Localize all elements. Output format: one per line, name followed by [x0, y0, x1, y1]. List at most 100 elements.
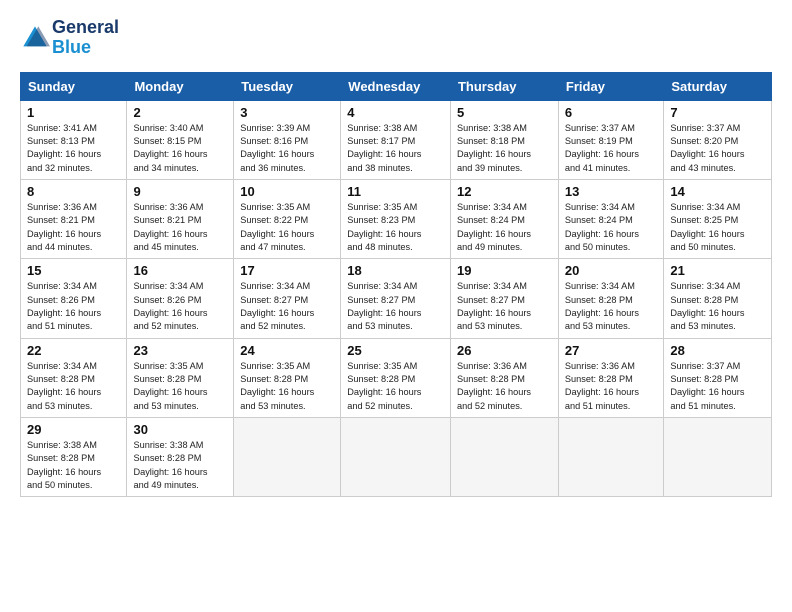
calendar-cell: 23 Sunrise: 3:35 AMSunset: 8:28 PMDayligh… — [127, 338, 234, 417]
calendar-cell: 7Sunrise: 3:37 AMSunset: 8:20 PMDaylight… — [664, 100, 772, 179]
day-info: Sunrise: 3:37 AMSunset: 8:19 PMDaylight:… — [565, 122, 657, 175]
day-info: Sunrise: 3:41 AMSunset: 8:13 PMDaylight:… — [27, 122, 120, 175]
calendar-cell: 13 Sunrise: 3:34 AMSunset: 8:24 PMDayligh… — [558, 179, 663, 258]
day-number: 23 — [133, 343, 227, 358]
day-number: 4 — [347, 105, 444, 120]
day-info: Sunrise: 3:37 AMSunset: 8:28 PMDaylight:… — [670, 360, 765, 413]
calendar-cell: 2 Sunrise: 3:40 AMSunset: 8:15 PMDaylight… — [127, 100, 234, 179]
logo-text: GeneralBlue — [52, 18, 119, 58]
col-header-monday: Monday — [127, 72, 234, 100]
calendar-cell: 30Sunrise: 3:38 AMSunset: 8:28 PMDayligh… — [127, 418, 234, 497]
day-number: 19 — [457, 263, 552, 278]
day-number: 2 — [133, 105, 227, 120]
day-number: 30 — [133, 422, 227, 437]
calendar-cell: 19 Sunrise: 3:34 AMSunset: 8:27 PMDayligh… — [450, 259, 558, 338]
week-row-4: 22 Sunrise: 3:34 AMSunset: 8:28 PMDayligh… — [21, 338, 772, 417]
day-number: 25 — [347, 343, 444, 358]
day-number: 8 — [27, 184, 120, 199]
header-row: SundayMondayTuesdayWednesdayThursdayFrid… — [21, 72, 772, 100]
day-info: Sunrise: 3:34 AMSunset: 8:28 PMDaylight:… — [565, 280, 657, 333]
col-header-tuesday: Tuesday — [234, 72, 341, 100]
col-header-saturday: Saturday — [664, 72, 772, 100]
calendar-cell: 25 Sunrise: 3:35 AMSunset: 8:28 PMDayligh… — [341, 338, 451, 417]
day-info: Sunrise: 3:35 AMSunset: 8:28 PMDaylight:… — [240, 360, 334, 413]
day-info: Sunrise: 3:35 AMSunset: 8:22 PMDaylight:… — [240, 201, 334, 254]
week-row-3: 15 Sunrise: 3:34 AMSunset: 8:26 PMDayligh… — [21, 259, 772, 338]
day-number: 6 — [565, 105, 657, 120]
calendar-cell — [664, 418, 772, 497]
calendar-cell: 29Sunrise: 3:38 AMSunset: 8:28 PMDayligh… — [21, 418, 127, 497]
calendar-cell: 11Sunrise: 3:35 AMSunset: 8:23 PMDayligh… — [341, 179, 451, 258]
calendar-cell: 14 Sunrise: 3:34 AMSunset: 8:25 PMDayligh… — [664, 179, 772, 258]
calendar-cell: 24 Sunrise: 3:35 AMSunset: 8:28 PMDayligh… — [234, 338, 341, 417]
day-info: Sunrise: 3:39 AMSunset: 8:16 PMDaylight:… — [240, 122, 334, 175]
day-info: Sunrise: 3:36 AMSunset: 8:21 PMDaylight:… — [27, 201, 120, 254]
calendar-cell: 18 Sunrise: 3:34 AMSunset: 8:27 PMDayligh… — [341, 259, 451, 338]
col-header-thursday: Thursday — [450, 72, 558, 100]
logo-icon — [20, 23, 50, 53]
day-number: 1 — [27, 105, 120, 120]
day-info: Sunrise: 3:34 AMSunset: 8:28 PMDaylight:… — [670, 280, 765, 333]
day-info: Sunrise: 3:34 AMSunset: 8:27 PMDaylight:… — [240, 280, 334, 333]
day-number: 24 — [240, 343, 334, 358]
day-number: 13 — [565, 184, 657, 199]
day-info: Sunrise: 3:38 AMSunset: 8:18 PMDaylight:… — [457, 122, 552, 175]
day-number: 15 — [27, 263, 120, 278]
col-header-wednesday: Wednesday — [341, 72, 451, 100]
day-number: 10 — [240, 184, 334, 199]
day-number: 28 — [670, 343, 765, 358]
day-info: Sunrise: 3:35 AMSunset: 8:23 PMDaylight:… — [347, 201, 444, 254]
calendar-cell: 17Sunrise: 3:34 AMSunset: 8:27 PMDayligh… — [234, 259, 341, 338]
calendar-cell: 12 Sunrise: 3:34 AMSunset: 8:24 PMDayligh… — [450, 179, 558, 258]
calendar-cell: 20Sunrise: 3:34 AMSunset: 8:28 PMDayligh… — [558, 259, 663, 338]
day-info: Sunrise: 3:35 AMSunset: 8:28 PMDaylight:… — [133, 360, 227, 413]
col-header-friday: Friday — [558, 72, 663, 100]
calendar-cell: 9 Sunrise: 3:36 AMSunset: 8:21 PMDaylight… — [127, 179, 234, 258]
calendar-cell — [341, 418, 451, 497]
day-info: Sunrise: 3:37 AMSunset: 8:20 PMDaylight:… — [670, 122, 765, 175]
calendar-cell: 3 Sunrise: 3:39 AMSunset: 8:16 PMDaylight… — [234, 100, 341, 179]
col-header-sunday: Sunday — [21, 72, 127, 100]
day-number: 29 — [27, 422, 120, 437]
day-number: 16 — [133, 263, 227, 278]
calendar-table: SundayMondayTuesdayWednesdayThursdayFrid… — [20, 72, 772, 498]
day-info: Sunrise: 3:36 AMSunset: 8:21 PMDaylight:… — [133, 201, 227, 254]
calendar-cell: 21 Sunrise: 3:34 AMSunset: 8:28 PMDayligh… — [664, 259, 772, 338]
day-info: Sunrise: 3:40 AMSunset: 8:15 PMDaylight:… — [133, 122, 227, 175]
calendar-cell: 22 Sunrise: 3:34 AMSunset: 8:28 PMDayligh… — [21, 338, 127, 417]
calendar-cell: 4 Sunrise: 3:38 AMSunset: 8:17 PMDaylight… — [341, 100, 451, 179]
week-row-5: 29Sunrise: 3:38 AMSunset: 8:28 PMDayligh… — [21, 418, 772, 497]
day-number: 26 — [457, 343, 552, 358]
day-number: 12 — [457, 184, 552, 199]
day-info: Sunrise: 3:34 AMSunset: 8:27 PMDaylight:… — [457, 280, 552, 333]
day-info: Sunrise: 3:34 AMSunset: 8:27 PMDaylight:… — [347, 280, 444, 333]
day-number: 21 — [670, 263, 765, 278]
calendar-cell: 28 Sunrise: 3:37 AMSunset: 8:28 PMDayligh… — [664, 338, 772, 417]
day-info: Sunrise: 3:36 AMSunset: 8:28 PMDaylight:… — [457, 360, 552, 413]
calendar-cell: 16 Sunrise: 3:34 AMSunset: 8:26 PMDayligh… — [127, 259, 234, 338]
day-info: Sunrise: 3:35 AMSunset: 8:28 PMDaylight:… — [347, 360, 444, 413]
calendar-cell: 10 Sunrise: 3:35 AMSunset: 8:22 PMDayligh… — [234, 179, 341, 258]
calendar-cell — [234, 418, 341, 497]
week-row-2: 8 Sunrise: 3:36 AMSunset: 8:21 PMDaylight… — [21, 179, 772, 258]
day-number: 3 — [240, 105, 334, 120]
day-info: Sunrise: 3:38 AMSunset: 8:17 PMDaylight:… — [347, 122, 444, 175]
day-info: Sunrise: 3:34 AMSunset: 8:24 PMDaylight:… — [457, 201, 552, 254]
calendar-cell: 8 Sunrise: 3:36 AMSunset: 8:21 PMDaylight… — [21, 179, 127, 258]
day-number: 14 — [670, 184, 765, 199]
day-info: Sunrise: 3:34 AMSunset: 8:28 PMDaylight:… — [27, 360, 120, 413]
calendar-cell: 5 Sunrise: 3:38 AMSunset: 8:18 PMDaylight… — [450, 100, 558, 179]
day-number: 18 — [347, 263, 444, 278]
day-number: 5 — [457, 105, 552, 120]
calendar-cell: 15 Sunrise: 3:34 AMSunset: 8:26 PMDayligh… — [21, 259, 127, 338]
calendar-cell — [558, 418, 663, 497]
day-number: 9 — [133, 184, 227, 199]
day-number: 22 — [27, 343, 120, 358]
day-info: Sunrise: 3:34 AMSunset: 8:26 PMDaylight:… — [27, 280, 120, 333]
day-number: 27 — [565, 343, 657, 358]
page: GeneralBlue SundayMondayTuesdayWednesday… — [0, 0, 792, 612]
day-info: Sunrise: 3:34 AMSunset: 8:24 PMDaylight:… — [565, 201, 657, 254]
day-info: Sunrise: 3:34 AMSunset: 8:25 PMDaylight:… — [670, 201, 765, 254]
header: GeneralBlue — [20, 18, 772, 58]
day-info: Sunrise: 3:34 AMSunset: 8:26 PMDaylight:… — [133, 280, 227, 333]
